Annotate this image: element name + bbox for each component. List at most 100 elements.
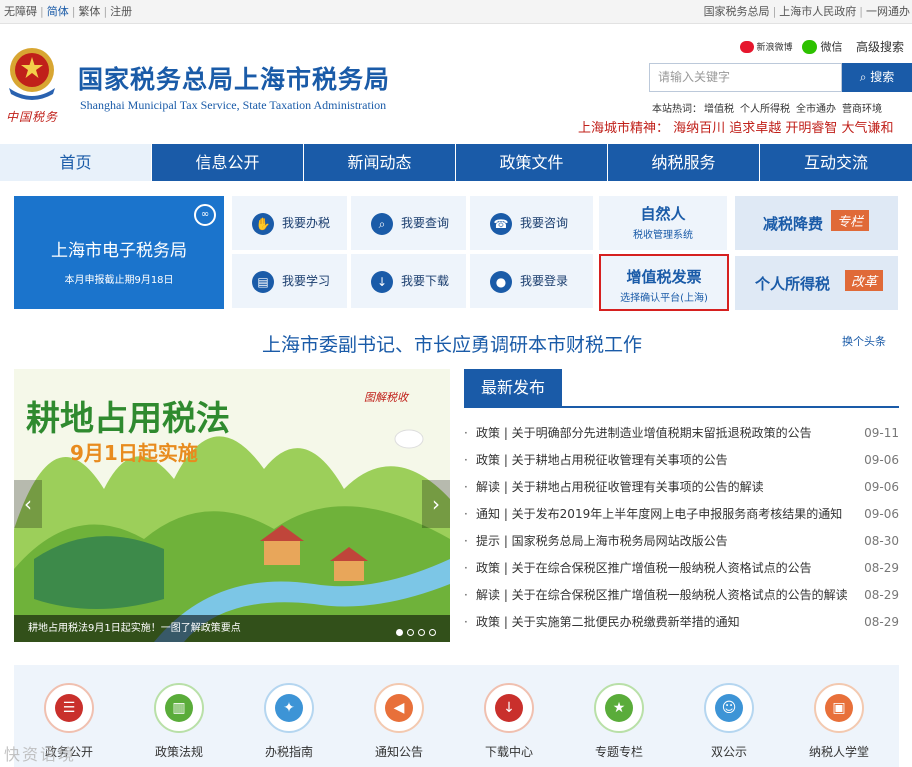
slide-caption[interactable]: 耕地占用税法9月1日起实施！一图了解政策要点 bbox=[14, 615, 450, 642]
etax-deadline: 本月申报截止期9月18日 bbox=[64, 275, 174, 286]
city-spirit: 上海城市精神： 海纳百川 追求卓越 开明睿智 大气谦和 bbox=[578, 121, 894, 136]
slider-prev-button[interactable]: ‹ bbox=[14, 480, 42, 528]
download-icon: ↓ bbox=[371, 270, 393, 293]
news-date: 08-30 bbox=[864, 534, 899, 548]
quick-link-label: 政策法规 bbox=[154, 745, 203, 759]
link-icon: ∞ bbox=[194, 204, 216, 226]
nav-home[interactable]: 首页 bbox=[0, 144, 152, 181]
news-title[interactable]: 政策 | 关于在综合保税区推广增值税一般纳税人资格试点的公告 bbox=[476, 558, 812, 578]
quick-link-topics[interactable]: ★ 专题专栏 bbox=[564, 683, 674, 760]
weibo-link[interactable]: 新浪微博 bbox=[756, 43, 792, 53]
advanced-search-link[interactable]: 高级搜索 bbox=[856, 40, 904, 54]
news-item[interactable]: · 政策 | 关于实施第二批便民办税缴费新举措的通知 08-29 bbox=[464, 612, 899, 639]
news-title[interactable]: 政策 | 关于明确部分先进制造业增值税期末留抵退税政策的公告 bbox=[476, 423, 812, 443]
headline-link[interactable]: 上海市委副书记、市长应勇调研本市财税工作 bbox=[262, 330, 642, 357]
promo-sub: 税收管理系统 bbox=[633, 230, 693, 241]
slider-dot[interactable] bbox=[396, 629, 403, 636]
nav-news[interactable]: 新闻动态 bbox=[304, 144, 456, 181]
tile-query[interactable]: ⌕ 我要查询 bbox=[351, 196, 466, 250]
news-tab[interactable]: 最新发布 bbox=[464, 369, 562, 407]
slider-dot[interactable] bbox=[418, 629, 425, 636]
quick-link-taxpayer-school[interactable]: ▣ 纳税人学堂 bbox=[784, 683, 894, 760]
download-icon: ↓ bbox=[495, 694, 523, 722]
iit-reform-button[interactable]: 个人所得税 改革 bbox=[735, 256, 898, 310]
news-title[interactable]: 提示 | 国家税务总局上海市税务局网站改版公告 bbox=[476, 531, 728, 551]
quick-link-label: 下载中心 bbox=[484, 745, 533, 759]
tile-label: 我要查询 bbox=[401, 216, 450, 230]
slider-dot[interactable] bbox=[407, 629, 414, 636]
search-input[interactable]: 请输入关键字 bbox=[649, 63, 842, 92]
news-item[interactable]: · 解读 | 关于在综合保税区推广增值税一般纳税人资格试点的公告的解读 08-29 bbox=[464, 585, 899, 612]
promo-title: 个人所得税 bbox=[755, 275, 831, 293]
news-date: 09-06 bbox=[864, 453, 899, 467]
news-item[interactable]: · 通知 | 关于发布2019年上半年度网上电子申报服务商考核结果的通知 09-06 bbox=[464, 504, 899, 531]
nav-service[interactable]: 纳税服务 bbox=[608, 144, 760, 181]
etax-title: 上海市电子税务局 bbox=[51, 241, 187, 261]
news-item[interactable]: · 提示 | 国家税务总局上海市税务局网站改版公告 08-30 bbox=[464, 531, 899, 558]
news-date: 09-11 bbox=[864, 426, 899, 440]
shanghai-gov-link[interactable]: 上海市人民政府 bbox=[779, 5, 856, 18]
tile-login[interactable]: ● 我要登录 bbox=[470, 254, 593, 308]
promo-tag: 改革 bbox=[845, 270, 884, 291]
quick-link-double-publicity[interactable]: ☺ 双公示 bbox=[674, 683, 784, 760]
classroom-icon: ▣ bbox=[825, 694, 853, 722]
quick-link-downloads[interactable]: ↓ 下载中心 bbox=[454, 683, 564, 760]
compass-icon: ✦ bbox=[275, 694, 303, 722]
simplified-link[interactable]: 简体 bbox=[47, 5, 69, 18]
register-link[interactable]: 注册 bbox=[110, 5, 132, 18]
hot-word[interactable]: 增值税 bbox=[704, 104, 734, 115]
slider-next-button[interactable]: › bbox=[422, 480, 450, 528]
weibo-icon[interactable] bbox=[740, 40, 755, 53]
top-bar-left: 无障碍 | 简体 | 繁体 | 注册 bbox=[4, 5, 133, 18]
traditional-link[interactable]: 繁体 bbox=[78, 5, 100, 18]
news-title[interactable]: 解读 | 关于在综合保税区推广增值税一般纳税人资格试点的公告的解读 bbox=[476, 585, 848, 605]
chevron-right-icon: › bbox=[432, 492, 440, 516]
quick-link-guide[interactable]: ✦ 办税指南 bbox=[234, 683, 344, 760]
news-item[interactable]: · 政策 | 关于在综合保税区推广增值税一般纳税人资格试点的公告 08-29 bbox=[464, 558, 899, 585]
slide-big-title: 耕地占用税法 bbox=[26, 399, 230, 439]
news-item[interactable]: · 解读 | 关于耕地占用税征收管理有关事项的公告的解读 09-06 bbox=[464, 477, 899, 504]
news-title[interactable]: 政策 | 关于实施第二批便民办税缴费新举措的通知 bbox=[476, 612, 740, 632]
tile-consult[interactable]: ☎ 我要咨询 bbox=[470, 196, 593, 250]
quick-link-regulations[interactable]: ▥ 政策法规 bbox=[124, 683, 234, 760]
image-slider[interactable]: 耕地占用税法 9月1日起实施 图解税收 ‹ › 耕地占用税法9月1日起实施！一图… bbox=[14, 369, 450, 642]
news-title[interactable]: 通知 | 关于发布2019年上半年度网上电子申报服务商考核结果的通知 bbox=[476, 504, 842, 524]
nav-policy[interactable]: 政策文件 bbox=[456, 144, 608, 181]
sta-link[interactable]: 国家税务总局 bbox=[704, 5, 770, 18]
site-title[interactable]: 国家税务总局上海市税务局 bbox=[78, 60, 390, 96]
tile-learn[interactable]: ▤ 我要学习 bbox=[232, 254, 347, 308]
chevron-left-icon: ‹ bbox=[24, 492, 32, 516]
news-title[interactable]: 解读 | 关于耕地占用税征收管理有关事项的公告的解读 bbox=[476, 477, 764, 497]
nav-interact[interactable]: 互动交流 bbox=[760, 144, 912, 181]
promo-title: 增值税发票 bbox=[626, 268, 702, 286]
hot-word[interactable]: 全市通办 bbox=[796, 104, 836, 115]
natural-person-system-button[interactable]: 自然人 税收管理系统 bbox=[599, 196, 727, 250]
tile-label: 我要咨询 bbox=[520, 216, 569, 230]
quick-link-notices[interactable]: ◀ 通知公告 bbox=[344, 683, 454, 760]
news-item[interactable]: · 政策 | 关于耕地占用税征收管理有关事项的公告 09-06 bbox=[464, 450, 899, 477]
slider-dot[interactable] bbox=[429, 629, 436, 636]
hot-word[interactable]: 营商环境 bbox=[842, 104, 882, 115]
book-icon: ▥ bbox=[165, 694, 193, 722]
tile-download[interactable]: ↓ 我要下载 bbox=[351, 254, 466, 308]
tile-do-tax[interactable]: ✋ 我要办税 bbox=[232, 196, 347, 250]
news-title[interactable]: 政策 | 关于耕地占用税征收管理有关事项的公告 bbox=[476, 450, 728, 470]
hot-words: 本站热词： 增值税 个人所得税 全市通办 营商环境 bbox=[652, 100, 888, 115]
watermark: 快资语境 bbox=[4, 745, 77, 764]
wechat-link[interactable]: 微信 bbox=[820, 41, 842, 54]
etax-bureau-button[interactable]: ∞ 上海市电子税务局 本月申报截止期9月18日 bbox=[14, 196, 224, 309]
swap-headline-link[interactable]: 换个头条 bbox=[842, 333, 886, 349]
search-button[interactable]: ⌕ 搜索 bbox=[842, 63, 912, 92]
nav-info[interactable]: 信息公开 bbox=[152, 144, 304, 181]
news-item[interactable]: · 政策 | 关于明确部分先进制造业增值税期末留抵退税政策的公告 09-11 bbox=[464, 423, 899, 450]
tile-label: 我要下载 bbox=[401, 274, 450, 288]
vat-invoice-platform-button[interactable]: 增值税发票 选择确认平台(上海) bbox=[599, 254, 729, 311]
quick-link-label: 办税指南 bbox=[264, 745, 313, 759]
one-net-link[interactable]: 一网通办 bbox=[866, 5, 910, 18]
tax-cut-column-button[interactable]: 减税降费 专栏 bbox=[735, 196, 898, 250]
accessibility-link[interactable]: 无障碍 bbox=[4, 5, 37, 18]
wechat-icon[interactable] bbox=[802, 39, 818, 54]
hot-word[interactable]: 个人所得税 bbox=[740, 104, 790, 115]
quick-link-label: 专题专栏 bbox=[594, 745, 643, 759]
news-date: 08-29 bbox=[864, 588, 899, 602]
